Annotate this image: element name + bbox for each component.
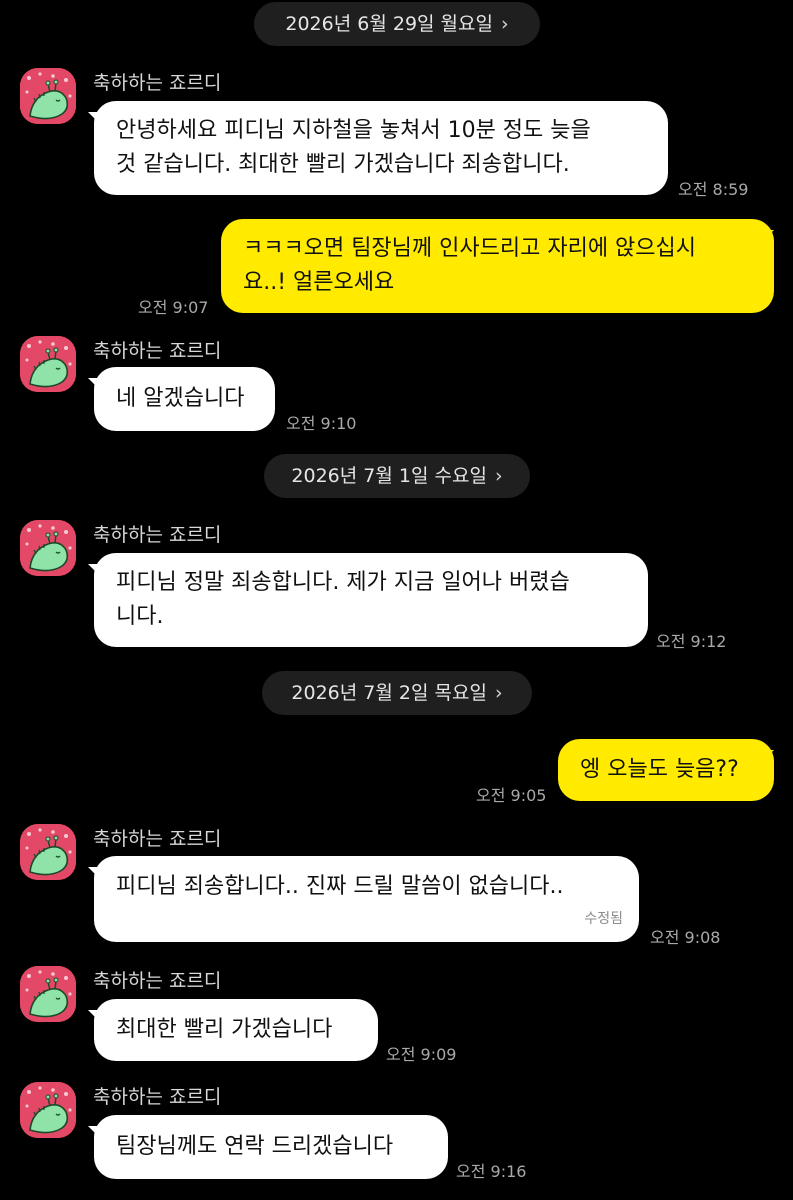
message-time: 오전 9:05 [476, 786, 547, 805]
sender-name: 축하하는 죠르디 [93, 828, 222, 850]
chevron-right-icon: › [501, 13, 509, 35]
message-time: 오전 9:09 [386, 1045, 457, 1064]
message-bubble[interactable]: 네 알겠습니다 [94, 367, 275, 431]
message-text: 피디님 정말 죄송합니다. 제가 지금 일어나 버렸습 니다. [116, 570, 570, 629]
date-divider[interactable]: 2026년 6월 29일 월요일 › [254, 2, 540, 46]
avatar[interactable] [20, 68, 76, 124]
chevron-right-icon: › [494, 682, 503, 704]
date-label: 2026년 7월 1일 수요일 [291, 465, 487, 487]
sender-name: 축하하는 죠르디 [93, 340, 222, 362]
message-time: 오전 9:08 [650, 928, 721, 947]
avatar[interactable] [20, 1082, 76, 1138]
message-text: 안녕하세요 피디님 지하철을 놓쳐서 10분 정도 늦을 것 같습니다. 최대한… [116, 118, 591, 177]
message-text: 피디님 죄송합니다.. 진짜 드릴 말씀이 없습니다.. [116, 874, 564, 899]
message-time: 오전 9:10 [286, 414, 357, 433]
avatar[interactable] [20, 824, 76, 880]
avatar[interactable] [20, 966, 76, 1022]
message-time: 오전 9:16 [456, 1162, 527, 1181]
sender-name: 축하하는 죠르디 [93, 524, 222, 546]
message-text: ㅋㅋㅋ오면 팀장님께 인사드리고 자리에 앉으십시 요..! 얼른오세요 [243, 236, 697, 295]
message-time: 오전 9:12 [656, 632, 727, 651]
edited-label: 수정됨 [584, 911, 623, 927]
sender-name: 축하하는 죠르디 [93, 72, 222, 94]
message-text: 네 알겠습니다 [116, 386, 245, 411]
avatar[interactable] [20, 520, 76, 576]
message-text: 최대한 빨리 가겠습니다 [116, 1017, 333, 1042]
message-time: 오전 8:59 [678, 180, 749, 199]
message-bubble[interactable]: 팀장님께도 연락 드리겠습니다 [94, 1115, 448, 1179]
message-text: 엥 오늘도 늦음?? [580, 757, 739, 782]
chevron-right-icon: › [494, 465, 503, 487]
date-divider[interactable]: 2026년 7월 2일 목요일 › [262, 671, 532, 715]
message-time: 오전 9:07 [138, 298, 209, 317]
message-bubble[interactable]: 최대한 빨리 가겠습니다 [94, 999, 378, 1061]
message-bubble[interactable]: 피디님 정말 죄송합니다. 제가 지금 일어나 버렸습 니다. [94, 553, 648, 647]
sender-name: 축하하는 죠르디 [93, 970, 222, 992]
avatar[interactable] [20, 336, 76, 392]
date-label: 2026년 7월 2일 목요일 [291, 682, 487, 704]
message-bubble[interactable]: 피디님 죄송합니다.. 진짜 드릴 말씀이 없습니다.. 수정됨 [94, 856, 639, 942]
sender-name: 축하하는 죠르디 [93, 1086, 222, 1108]
message-bubble[interactable]: 엥 오늘도 늦음?? [558, 739, 774, 801]
message-bubble[interactable]: ㅋㅋㅋ오면 팀장님께 인사드리고 자리에 앉으십시 요..! 얼른오세요 [221, 219, 774, 313]
date-divider[interactable]: 2026년 7월 1일 수요일 › [264, 454, 530, 498]
date-label: 2026년 6월 29일 월요일 [285, 13, 493, 35]
message-bubble[interactable]: 안녕하세요 피디님 지하철을 놓쳐서 10분 정도 늦을 것 같습니다. 최대한… [94, 101, 668, 195]
message-text: 팀장님께도 연락 드리겠습니다 [116, 1134, 394, 1159]
